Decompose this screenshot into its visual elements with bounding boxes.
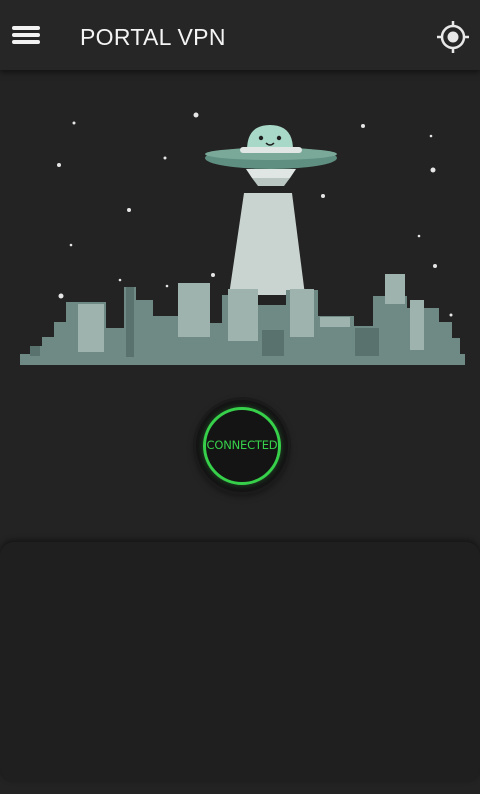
ufo-icon — [205, 125, 337, 186]
crosshair-location-icon[interactable] — [436, 20, 470, 54]
tractor-beam — [229, 193, 305, 295]
connection-status-label: CONNECTED — [206, 438, 278, 452]
connect-button[interactable]: CONNECTED — [196, 400, 288, 492]
ufo-city-illustration — [20, 112, 465, 365]
app-bar: PORTAL VPN — [0, 0, 480, 70]
bottom-panel — [0, 542, 480, 782]
hamburger-menu-icon[interactable] — [12, 24, 40, 46]
app-title: PORTAL VPN — [80, 24, 226, 50]
